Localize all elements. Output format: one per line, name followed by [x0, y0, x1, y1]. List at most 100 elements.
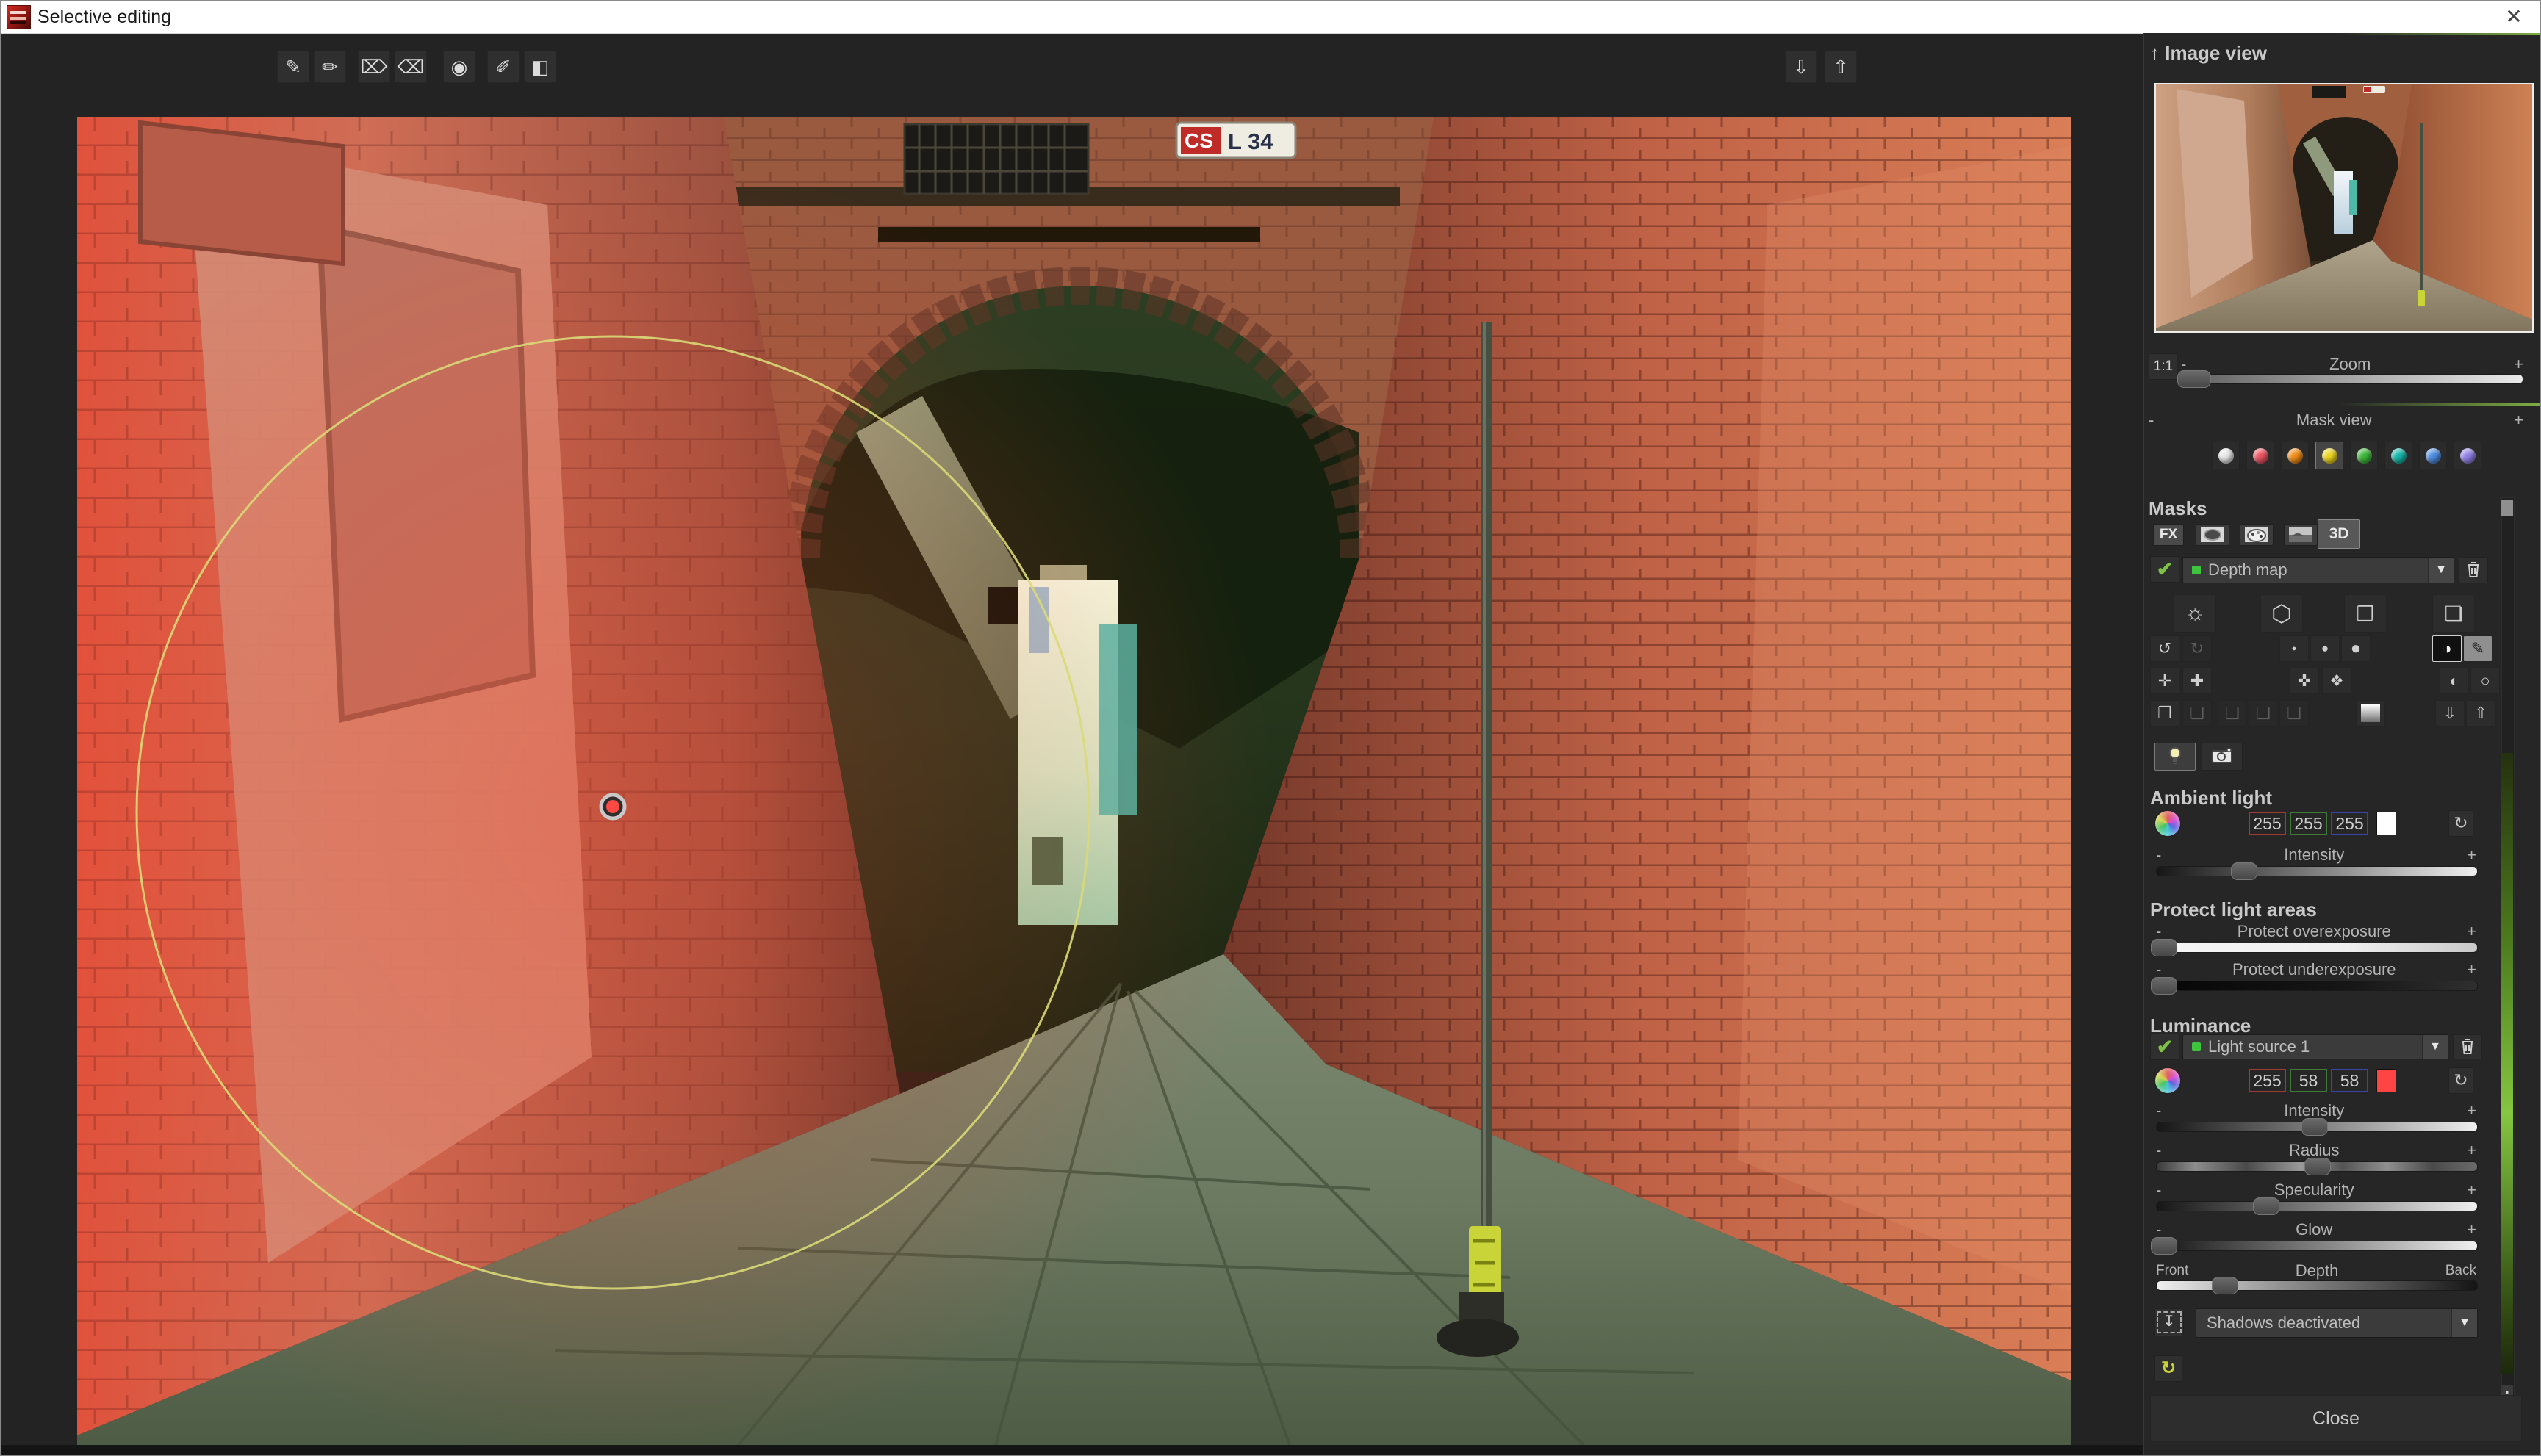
ambient-intensity-handle[interactable]	[2231, 862, 2257, 880]
light-mode-button[interactable]	[2154, 743, 2196, 771]
scrollbar-thumb[interactable]	[2501, 753, 2513, 1374]
ambient-color-swatch[interactable]	[2376, 812, 2396, 835]
mask-color-dot-4[interactable]	[2350, 442, 2378, 469]
move-all-button[interactable]: ❖	[2322, 668, 2351, 694]
shadow-options-button[interactable]: ↧	[2154, 1308, 2184, 1336]
reset-light-source-button[interactable]: ↻	[2154, 1355, 2182, 1382]
stamp-3-button[interactable]: ❑	[2249, 700, 2278, 727]
expand-mask-button[interactable]: ✛	[2150, 668, 2179, 694]
brush-region-tool-button[interactable]: ✏	[314, 51, 346, 83]
camera-mode-button[interactable]	[2202, 743, 2243, 771]
color-picker-tool-button[interactable]: ✐	[487, 51, 520, 83]
sphere-medium-button[interactable]: ●	[2310, 635, 2340, 662]
fill-tool-button[interactable]: ◧	[524, 51, 556, 83]
paste-mask-button[interactable]: ❒	[2150, 700, 2179, 727]
specularity-slider[interactable]	[2156, 1201, 2478, 1211]
edit-mask-button[interactable]: ✎	[2463, 635, 2493, 662]
tab-color-masks[interactable]	[2240, 524, 2274, 546]
tab-fx-masks[interactable]: FX	[2153, 524, 2184, 546]
move-mask-button[interactable]: ✜	[2290, 668, 2319, 694]
lum-intensity-handle[interactable]	[2301, 1118, 2328, 1136]
ambient-blue-field[interactable]: 255	[2331, 812, 2368, 835]
mask-color-dot-3[interactable]	[2315, 442, 2343, 469]
layer-back-button[interactable]: ❏	[2432, 594, 2475, 633]
depth-slider[interactable]	[2156, 1280, 2478, 1291]
stamp-1-button[interactable]: ❑	[2182, 700, 2212, 727]
stamp-2-button[interactable]: ❑	[2218, 700, 2247, 727]
ambient-intensity-plus[interactable]: +	[2467, 846, 2476, 865]
contract-mask-button[interactable]: ✚	[2182, 668, 2212, 694]
mask-enabled-checkbox[interactable]: ✔	[2150, 556, 2179, 583]
radius-slider[interactable]	[2156, 1161, 2478, 1172]
protect-over-plus[interactable]: +	[2467, 922, 2476, 941]
radius-plus[interactable]: +	[2467, 1141, 2476, 1160]
tab-landscape-masks[interactable]	[2284, 524, 2318, 546]
smudge-tool-button[interactable]: ◉	[443, 51, 475, 83]
collapse-icon[interactable]: ↑	[2150, 42, 2160, 64]
brush-tool-button[interactable]: ✎	[277, 51, 309, 83]
mask-color-dot-1[interactable]	[2246, 442, 2274, 469]
specularity-minus[interactable]: -	[2156, 1181, 2161, 1200]
lum-intensity-minus[interactable]: -	[2156, 1101, 2161, 1120]
tab-3d-masks[interactable]: 3D	[2318, 519, 2360, 549]
ambient-intensity-minus[interactable]: -	[2156, 846, 2161, 865]
mask-color-dot-0[interactable]	[2212, 442, 2240, 469]
import-mask-button[interactable]: ⇩	[2435, 700, 2465, 727]
mask-color-dot-6[interactable]	[2419, 442, 2447, 469]
eraser-region-tool-button[interactable]: ⌫	[395, 51, 427, 83]
undo-button[interactable]: ↺	[2150, 635, 2179, 662]
ambient-red-field[interactable]: 255	[2249, 812, 2286, 835]
close-button[interactable]: Close	[2150, 1395, 2522, 1442]
zoom-1to1-button[interactable]: 1:1	[2149, 353, 2178, 380]
shadows-dropdown[interactable]: Shadows deactivated ▼	[2196, 1308, 2478, 1338]
stamp-4-button[interactable]: ❑	[2279, 700, 2309, 727]
invert-mask-button[interactable]: ◑	[2432, 635, 2462, 662]
specularity-handle[interactable]	[2253, 1197, 2279, 1215]
lum-intensity-plus[interactable]: +	[2467, 1101, 2476, 1120]
lum-intensity-slider[interactable]	[2156, 1122, 2478, 1132]
luminance-color-swatch[interactable]	[2376, 1069, 2396, 1092]
ambient-color-reset-button[interactable]: ↻	[2448, 810, 2473, 837]
light-source-enabled-checkbox[interactable]: ✔	[2150, 1034, 2179, 1060]
glow-handle[interactable]	[2151, 1237, 2177, 1255]
load-mask-button[interactable]: ⇩	[1785, 51, 1817, 83]
mask-view-minus[interactable]: -	[2149, 411, 2154, 430]
delete-mask-button[interactable]	[2459, 557, 2488, 583]
sphere-large-button[interactable]: ●	[2341, 635, 2371, 662]
layer-front-button[interactable]: ❐	[2344, 594, 2387, 633]
luminance-green-field[interactable]: 58	[2290, 1069, 2327, 1092]
radius-minus[interactable]: -	[2156, 1141, 2161, 1160]
luminance-color-wheel[interactable]	[2154, 1067, 2181, 1094]
sun-position-button[interactable]: ☼	[2174, 594, 2216, 633]
image-thumbnail[interactable]	[2154, 83, 2534, 333]
mask-view-plus[interactable]: +	[2514, 411, 2523, 430]
mask-color-dot-5[interactable]	[2384, 442, 2412, 469]
specularity-plus[interactable]: +	[2467, 1181, 2476, 1200]
protect-under-handle[interactable]	[2151, 977, 2177, 995]
mask-select-dropdown[interactable]: Depth map ▼	[2182, 557, 2454, 583]
gradient-mask-button[interactable]	[2356, 700, 2385, 727]
ambient-intensity-slider[interactable]	[2156, 866, 2478, 876]
luminance-color-reset-button[interactable]: ↻	[2448, 1067, 2473, 1094]
zoom-slider[interactable]	[2182, 374, 2523, 384]
sphere-dark-button[interactable]: ◐	[2440, 668, 2469, 694]
light-source-point[interactable]	[601, 795, 625, 818]
glow-slider[interactable]	[2156, 1241, 2478, 1251]
ambient-color-wheel[interactable]	[2154, 810, 2181, 837]
zoom-slider-handle[interactable]	[2177, 370, 2211, 388]
luminance-red-field[interactable]: 255	[2249, 1069, 2286, 1092]
protect-under-slider[interactable]	[2156, 981, 2478, 991]
sphere-small-button[interactable]: ●	[2279, 635, 2309, 662]
protect-under-plus[interactable]: +	[2467, 960, 2476, 979]
glow-plus[interactable]: +	[2467, 1220, 2476, 1239]
zoom-plus[interactable]: +	[2514, 355, 2523, 374]
light-source-dropdown[interactable]: Light source 1 ▼	[2182, 1034, 2448, 1059]
protect-over-handle[interactable]	[2151, 939, 2177, 956]
scrollbar-up-button[interactable]	[2501, 500, 2513, 516]
export-mask-button[interactable]: ⇧	[2466, 700, 2495, 727]
save-mask-button[interactable]: ⇧	[1825, 51, 1857, 83]
depth-handle[interactable]	[2212, 1277, 2238, 1294]
delete-light-source-button[interactable]	[2453, 1034, 2482, 1059]
mask-color-dot-2[interactable]	[2281, 442, 2309, 469]
eraser-tool-button[interactable]: ⌦	[358, 51, 390, 83]
